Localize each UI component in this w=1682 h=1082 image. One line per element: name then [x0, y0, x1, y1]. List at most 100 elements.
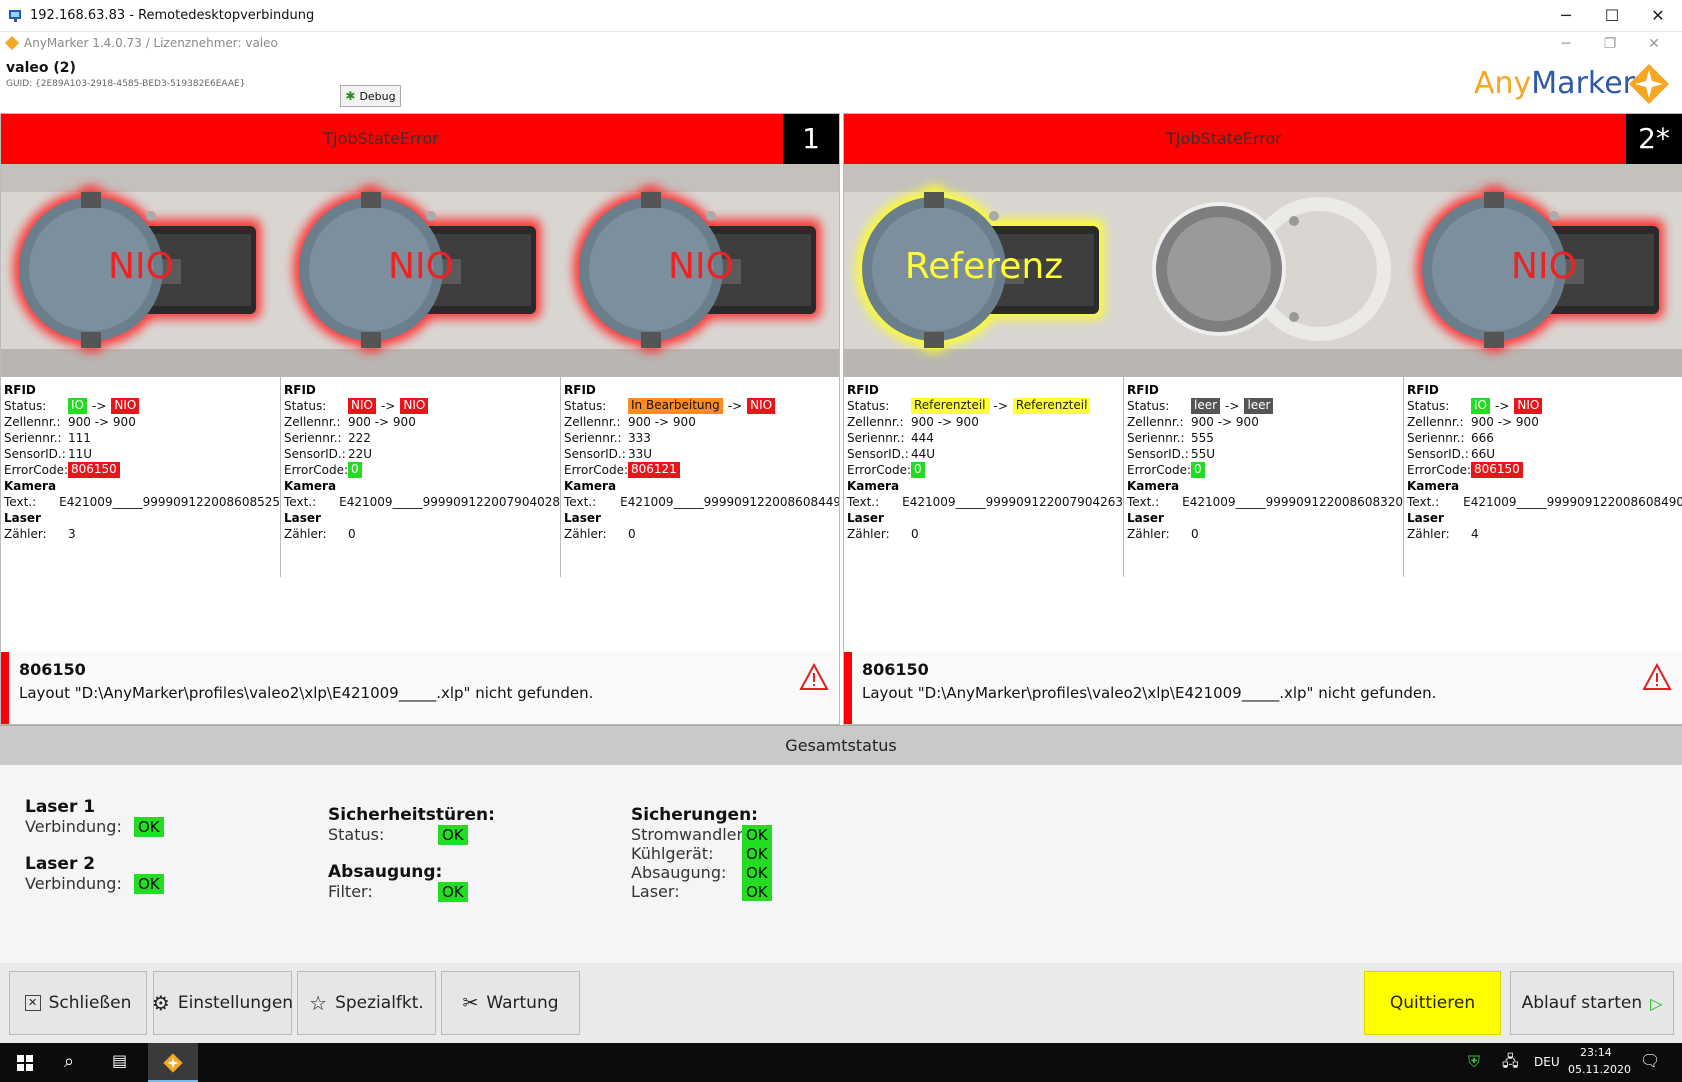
sensorid-value: 22U [348, 447, 373, 461]
special-functions-button[interactable]: ☆ Spezialfkt. [297, 971, 436, 1035]
start-sequence-button[interactable]: Ablauf starten ▷ [1510, 971, 1674, 1035]
windows-start-icon[interactable] [17, 1055, 33, 1071]
debug-button[interactable]: ✱ Debug [340, 85, 401, 107]
cell-row: Status: NIO -> NIO [284, 398, 560, 414]
cell-row: Kamera [284, 478, 560, 494]
text-value: E421009_____999909122007904263 [902, 495, 1123, 509]
errorcode-badge: 806121 [628, 462, 680, 478]
error-code: 806150 [19, 660, 86, 679]
camera-tile: NIO [1404, 164, 1682, 377]
camera-result-label: NIO [668, 246, 734, 287]
section-heading: RFID [284, 383, 316, 397]
sensor-cell: RFID Status: IO -> NIO Zellennr.: 900 -> 900 Se… [1, 377, 281, 577]
errorcode-badge: 0 [1191, 462, 1205, 478]
app-minimize-icon[interactable]: ─ [1546, 32, 1586, 56]
cell-row: RFID [564, 382, 839, 398]
rdp-title: 192.168.63.83 - Remotedesktopverbindung [30, 8, 315, 23]
warning-icon [799, 662, 829, 692]
error-message: Layout "D:\AnyMarker\profiles\valeo2\xlp… [862, 684, 1437, 702]
text-label: Text.: [564, 495, 597, 509]
notification-icon[interactable]: 🗨 [1640, 1051, 1660, 1070]
section-heading: Kamera [564, 479, 617, 493]
language-indicator[interactable]: DEU [1534, 1055, 1560, 1069]
tueren-title: Sicherheitstüren: [328, 805, 495, 825]
seriennr-value: 222 [348, 431, 371, 445]
laser2-title: Laser 2 [25, 854, 96, 874]
error-message-box: 806150 Layout "D:\AnyMarker\profiles\vale… [1, 652, 839, 724]
minimize-icon[interactable]: ─ [1543, 4, 1589, 28]
status-arrow: -> [993, 399, 1008, 413]
app-close-icon[interactable]: ✕ [1634, 32, 1674, 56]
zellennr-value: 900 -> 900 [911, 415, 979, 429]
sensorid-value: 44U [911, 447, 936, 461]
app-restore-icon[interactable]: ❐ [1590, 32, 1630, 56]
errorcode-badge: 806150 [68, 462, 120, 478]
section-heading: Kamera [284, 479, 337, 493]
errorcode-label: ErrorCode: [4, 463, 69, 477]
cell-row: Laser [1407, 510, 1682, 526]
taskbar-anymarker-app[interactable] [148, 1043, 198, 1082]
error-indicator-bar [844, 652, 852, 724]
cell-row: RFID [847, 382, 1123, 398]
text-label: Text.: [4, 495, 37, 509]
cell-row: RFID [1127, 382, 1403, 398]
cell-row: Seriennr.: 333 [564, 430, 839, 446]
task-view-icon[interactable]: ▤ [112, 1051, 127, 1070]
anymarker-app-icon [5, 36, 19, 50]
app-title: AnyMarker 1.4.0.73 / Lizenznehmer: valeo [24, 36, 278, 50]
errorcode-badge: 0 [348, 462, 362, 478]
acknowledge-button[interactable]: Quittieren [1364, 971, 1501, 1035]
logo-text-any: Any [1474, 66, 1532, 101]
close-button[interactable]: ✕ Schließen [9, 971, 147, 1035]
network-icon[interactable]: 🖧 [1502, 1051, 1519, 1076]
close-box-icon: ✕ [24, 995, 41, 1011]
cell-row: Text.: E421009_____999909122007904263 [847, 494, 1123, 510]
shield-icon[interactable]: ⛨ [1468, 1052, 1480, 1072]
sensorid-label: SensorID.: [4, 447, 66, 461]
sensor-cell: RFID Status: NIO -> NIO Zellennr.: 900 -> 900 S… [281, 377, 561, 577]
cell-row: ErrorCode: 0 [1127, 462, 1403, 478]
anymarker-logo: AnyMarker [1470, 58, 1675, 114]
seriennr-label: Seriennr.: [1127, 431, 1185, 445]
absaugung-label: Filter: [328, 882, 373, 901]
maintenance-button[interactable]: ✂ Wartung [441, 971, 580, 1035]
close-window-icon[interactable]: ✕ [1635, 4, 1681, 28]
settings-button[interactable]: ⚙ Einstellungen [152, 971, 294, 1035]
status-from-badge: IO [68, 398, 87, 414]
search-icon[interactable]: ⌕ [64, 1051, 74, 1072]
acknowledge-button-label: Quittieren [1389, 993, 1476, 1013]
status-label: Status: [1407, 399, 1450, 413]
user-name: valeo (2) [6, 60, 76, 76]
status-arrow: -> [380, 399, 396, 413]
errorcode-label: ErrorCode: [284, 463, 349, 477]
play-icon: ▷ [1650, 993, 1663, 1013]
status-from-badge: NIO [348, 398, 376, 414]
cell-row: Laser [847, 510, 1123, 526]
zellennr-label: Zellennr.: [847, 415, 904, 429]
section-heading: Laser [4, 511, 41, 525]
seriennr-value: 666 [1471, 431, 1494, 445]
section-heading: Kamera [847, 479, 900, 493]
station-state-label: TJobStateError [323, 129, 439, 148]
seriennr-label: Seriennr.: [847, 431, 905, 445]
error-message-box: 806150 Layout "D:\AnyMarker\profiles\vale… [844, 652, 1682, 724]
cell-row: Seriennr.: 222 [284, 430, 560, 446]
seriennr-value: 111 [68, 431, 91, 445]
absaugung-title: Absaugung: [328, 862, 443, 882]
debug-label: Debug [359, 89, 396, 103]
cell-row: Laser [4, 510, 280, 526]
sensor-cells: RFID Status: Referenzteil -> Referenzteil Zel… [844, 377, 1682, 577]
text-value: E421009_____999909122008608449 [620, 495, 840, 509]
cell-row: RFID [284, 382, 560, 398]
cell-row: Seriennr.: 666 [1407, 430, 1682, 446]
cell-row: RFID [4, 382, 280, 398]
settings-button-label: Einstellungen [177, 993, 294, 1013]
section-heading: Kamera [4, 479, 57, 493]
maximize-icon[interactable]: ☐ [1589, 4, 1635, 28]
cell-row: SensorID.: 44U [847, 446, 1123, 462]
gesamtstatus-header: Gesamtstatus [0, 725, 1682, 765]
sicherungen-title: Sicherungen: [631, 805, 758, 825]
status-to-badge: NIO [400, 398, 429, 414]
station-1-state-bar: TJobStateError 1 [1, 114, 839, 164]
camera-image-strip: NIO NIO NIO [1, 164, 839, 377]
